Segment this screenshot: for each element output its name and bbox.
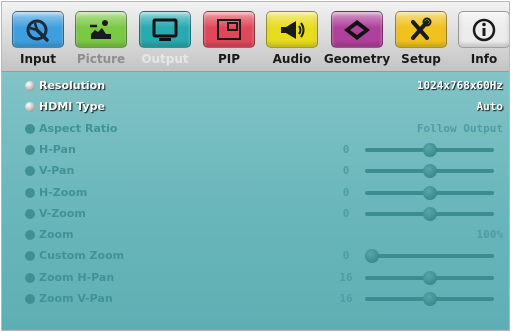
tab-info[interactable]: Info bbox=[453, 2, 509, 72]
slider-thumb[interactable] bbox=[422, 271, 437, 285]
menu-item-value: 16 bbox=[339, 271, 353, 284]
slider-thumb[interactable] bbox=[422, 292, 437, 306]
tab-output[interactable]: Output bbox=[134, 2, 196, 72]
menu-item-label: HDMI Type bbox=[39, 100, 105, 113]
menu-row-zoom-h-pan[interactable]: Zoom H-Pan 16 bbox=[2, 268, 509, 288]
menu-row-resolution[interactable]: Resolution 1024x768x60Hz bbox=[2, 76, 509, 96]
menu-item-label: V-Pan bbox=[39, 164, 75, 177]
slider-thumb[interactable] bbox=[422, 143, 437, 157]
tools-icon bbox=[395, 11, 447, 48]
menu-item-value: Auto bbox=[476, 100, 504, 113]
geometry-icon bbox=[331, 11, 383, 48]
menu-item-value: 100% bbox=[476, 228, 504, 241]
input-arrow-icon bbox=[12, 11, 64, 48]
slider-thumb[interactable] bbox=[422, 164, 437, 178]
menu-item-value: 0 bbox=[342, 164, 350, 177]
bullet-icon bbox=[25, 102, 35, 112]
menu-item-value: 0 bbox=[342, 207, 350, 220]
tab-picture[interactable]: Picture bbox=[70, 2, 132, 72]
menu-row-aspect-ratio[interactable]: Aspect Ratio Follow Output bbox=[2, 119, 509, 139]
menu-item-label: Custom Zoom bbox=[39, 249, 125, 262]
menu-item-label: Aspect Ratio bbox=[39, 122, 118, 135]
tab-audio[interactable]: Audio bbox=[261, 2, 323, 72]
menu-row-v-pan[interactable]: V-Pan 0 bbox=[2, 161, 509, 181]
slider-thumb[interactable] bbox=[422, 207, 437, 221]
value-slider[interactable] bbox=[365, 207, 494, 221]
menu-item-value: 16 bbox=[339, 292, 353, 305]
bullet-icon bbox=[25, 209, 35, 219]
bullet-icon bbox=[25, 145, 35, 155]
tab-label: Info bbox=[470, 52, 498, 66]
value-slider[interactable] bbox=[365, 271, 494, 285]
menu-row-zoom-v-pan[interactable]: Zoom V-Pan 16 bbox=[2, 289, 509, 309]
menu-row-zoom[interactable]: Zoom 100% bbox=[2, 225, 509, 245]
speaker-icon bbox=[266, 11, 318, 48]
menu-item-label: Zoom bbox=[39, 228, 74, 241]
tab-label: Output bbox=[141, 52, 189, 66]
menu-item-label: Zoom V-Pan bbox=[39, 292, 113, 305]
menu-item-label: H-Zoom bbox=[39, 186, 88, 199]
menu-item-label: Zoom H-Pan bbox=[39, 271, 115, 284]
bullet-icon bbox=[25, 81, 35, 91]
menu-row-custom-zoom[interactable]: Custom Zoom 0 bbox=[2, 246, 509, 266]
pip-window-icon bbox=[203, 11, 255, 48]
bullet-icon bbox=[25, 251, 35, 261]
value-slider[interactable] bbox=[365, 292, 494, 306]
menu-item-label: Resolution bbox=[39, 79, 106, 92]
menu-item-label: H-Pan bbox=[39, 143, 76, 156]
value-slider[interactable] bbox=[365, 164, 494, 178]
menu-row-hdmi-type[interactable]: HDMI Type Auto bbox=[2, 97, 509, 117]
menu-item-value: 1024x768x60Hz bbox=[416, 79, 503, 92]
value-slider[interactable] bbox=[365, 186, 494, 200]
monitor-icon bbox=[139, 11, 191, 48]
menu-row-h-zoom[interactable]: H-Zoom 0 bbox=[2, 183, 509, 203]
menu-item-label: V-Zoom bbox=[39, 207, 86, 220]
tab-setup[interactable]: Setup bbox=[390, 2, 452, 72]
slider-thumb[interactable] bbox=[422, 186, 437, 200]
menu-tab-bar: Input Picture Output PIP Audio Geometry Setup I… bbox=[2, 2, 509, 72]
tab-label: Audio bbox=[272, 52, 312, 66]
bullet-icon bbox=[25, 188, 35, 198]
bullet-icon bbox=[25, 294, 35, 304]
value-slider[interactable] bbox=[365, 249, 494, 263]
bullet-icon bbox=[25, 166, 35, 176]
slider-track bbox=[365, 254, 494, 258]
tab-input[interactable]: Input bbox=[7, 2, 69, 72]
tab-label: Geometry bbox=[323, 52, 391, 66]
osd-screen: Input Picture Output PIP Audio Geometry Setup I… bbox=[1, 1, 510, 331]
slider-thumb[interactable] bbox=[365, 249, 379, 263]
bullet-icon bbox=[25, 124, 35, 134]
info-icon bbox=[458, 11, 509, 48]
menu-item-value: 0 bbox=[342, 143, 350, 156]
menu-row-v-zoom[interactable]: V-Zoom 0 bbox=[2, 204, 509, 224]
menu-item-value: 0 bbox=[342, 186, 350, 199]
tab-geometry[interactable]: Geometry bbox=[324, 2, 390, 72]
bullet-icon bbox=[25, 273, 35, 283]
tab-pip[interactable]: PIP bbox=[198, 2, 260, 72]
value-slider[interactable] bbox=[365, 143, 494, 157]
picture-adjust-icon bbox=[75, 11, 127, 48]
menu-item-value: Follow Output bbox=[416, 122, 503, 135]
menu-row-h-pan[interactable]: H-Pan 0 bbox=[2, 140, 509, 160]
bullet-icon bbox=[25, 230, 35, 240]
tab-label: Picture bbox=[76, 52, 126, 66]
menu-item-value: 0 bbox=[342, 249, 350, 262]
